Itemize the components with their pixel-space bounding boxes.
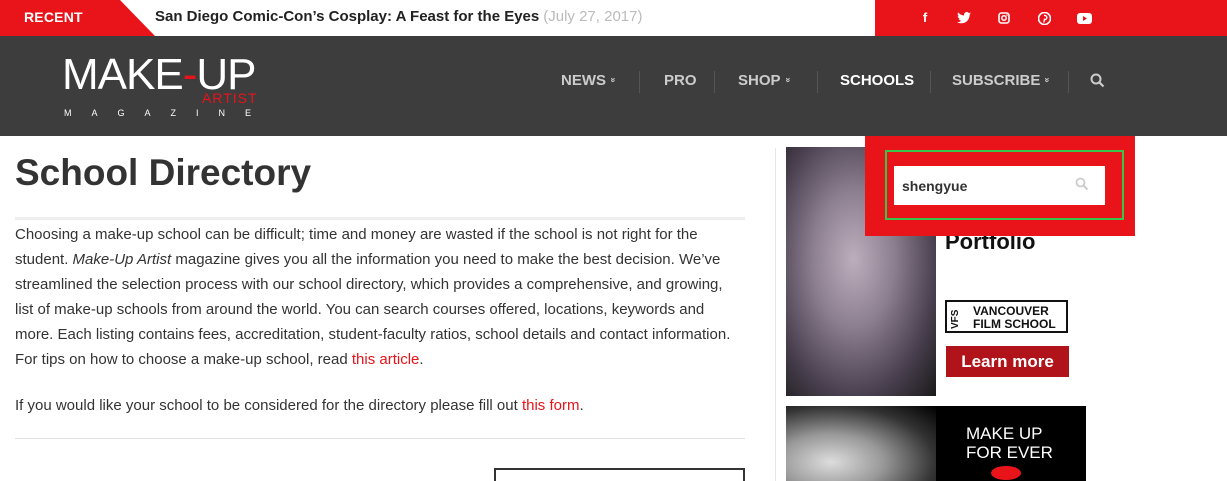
chevron-down-icon: » — [783, 77, 794, 83]
nav-divider — [930, 71, 931, 93]
page-title: School Directory — [15, 152, 312, 193]
learn-more-button[interactable]: Learn more — [946, 346, 1069, 377]
intro-paragraph: Choosing a make-up school can be difficu… — [15, 226, 731, 368]
ad2-line2: FOR EVER — [966, 443, 1053, 462]
nav-news[interactable]: NEWS» — [561, 72, 619, 89]
instagram-icon[interactable] — [995, 9, 1013, 27]
lips-logo-icon — [991, 466, 1021, 480]
nav-divider — [639, 71, 640, 93]
social-bar: f — [875, 0, 1227, 36]
vfs-line2: FILM SCHOOL — [973, 317, 1056, 331]
chevron-down-icon: » — [1042, 77, 1053, 83]
logo-artist: ARTIST — [202, 90, 258, 106]
twitter-icon[interactable] — [955, 9, 973, 27]
site-logo[interactable]: MAKE-UP ARTIST MAGAZINE — [62, 50, 302, 126]
vfs-line1: VANCOUVER — [973, 304, 1049, 318]
nav-divider — [817, 71, 818, 93]
nav-divider — [1068, 71, 1069, 93]
makeupforever-ad-banner[interactable]: MAKE UP FOR EVER — [786, 406, 1086, 481]
content-divider — [15, 438, 745, 439]
nav-schools[interactable]: SCHOOLS — [840, 72, 914, 89]
recent-headline-date: (July 27, 2017) — [543, 8, 643, 25]
this-form-link[interactable]: this form — [522, 397, 580, 414]
search-dropdown-panel — [865, 136, 1135, 236]
this-article-link[interactable]: this article — [352, 351, 420, 368]
main-navbar: MAKE-UP ARTIST MAGAZINE NEWS» PRO SHOP» … — [0, 36, 1227, 136]
recent-headline-text[interactable]: San Diego Comic-Con’s Cosplay: A Feast f… — [155, 8, 539, 25]
nav-divider — [714, 71, 715, 93]
pinterest-icon[interactable] — [1035, 9, 1053, 27]
nav-shop[interactable]: SHOP» — [738, 72, 794, 89]
facebook-icon[interactable]: f — [916, 9, 934, 27]
recent-headline-link[interactable]: San Diego Comic-Con’s Cosplay: A Feast f… — [155, 8, 642, 25]
title-divider — [15, 217, 745, 220]
recent-label-block: RECENT — [0, 0, 155, 36]
nav-pro[interactable]: PRO — [664, 72, 697, 89]
logo-magazine: MAGAZINE — [64, 108, 272, 118]
top-bar: RECENT San Diego Comic-Con’s Cosplay: A … — [0, 0, 1227, 36]
search-submit-icon[interactable] — [1075, 177, 1093, 195]
nav-subscribe[interactable]: SUBSCRIBE» — [952, 72, 1053, 89]
youtube-icon[interactable] — [1075, 9, 1093, 27]
search-input[interactable] — [894, 166, 1105, 205]
ad-artist-photo — [786, 406, 936, 481]
vfs-mark: VFS — [950, 309, 961, 329]
sidebar-divider — [775, 148, 776, 481]
ad2-line1: MAKE UP — [966, 424, 1043, 443]
directory-search-box[interactable] — [494, 468, 745, 481]
search-icon[interactable] — [1090, 73, 1106, 89]
recent-label: RECENT — [24, 9, 83, 25]
vfs-logo: VFS VANCOUVER FILM SCHOOL — [945, 300, 1068, 333]
submit-paragraph: If you would like your school to be cons… — [15, 397, 584, 414]
chevron-down-icon: » — [608, 77, 619, 83]
